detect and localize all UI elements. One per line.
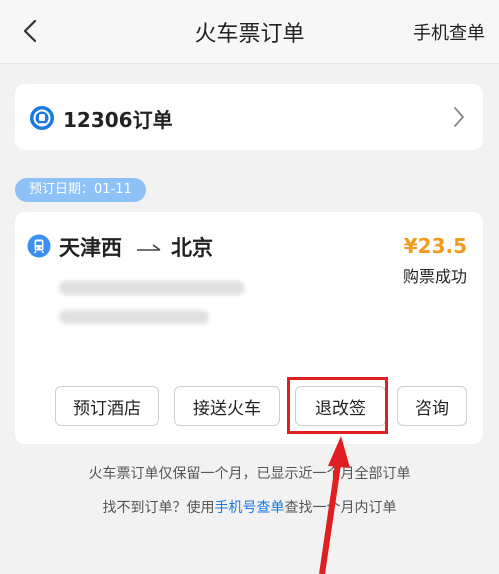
logo-12306-icon	[30, 106, 54, 130]
lookup-hint-suffix: 查找一个月内订单	[284, 500, 397, 516]
entry-12306-label: 12306订单	[63, 108, 173, 132]
chevron-right-icon	[454, 107, 464, 127]
blurred-passenger-details	[59, 310, 209, 324]
phone-lookup-link[interactable]: 手机号查单	[215, 500, 285, 516]
book-hotel-button[interactable]: 预订酒店	[55, 386, 159, 426]
route-arrow-icon	[137, 244, 161, 251]
nav-bar: 火车票订单 手机查单	[0, 0, 499, 64]
arrival-station: 北京	[171, 236, 213, 260]
entry-12306-orders[interactable]: 12306订单	[15, 84, 483, 150]
departure-station: 天津西	[59, 236, 122, 260]
blurred-trip-details	[59, 281, 245, 295]
order-price: ¥23.5	[403, 234, 467, 258]
order-status: 购票成功	[402, 267, 467, 286]
annotation-highlight-box	[287, 377, 388, 434]
train-order-card[interactable]: 天津西 北京 ¥23.5 购票成功 预订酒店 接送火车 退改签 咨询	[15, 212, 483, 444]
phone-lookup-button[interactable]: 手机查单	[413, 19, 485, 45]
consult-button[interactable]: 咨询	[397, 386, 467, 426]
lookup-hint-prefix: 找不到订单？使用	[102, 500, 215, 516]
station-transfer-button[interactable]: 接送火车	[174, 386, 280, 426]
train-icon	[27, 234, 51, 258]
booking-date-badge: 预订日期：01-11	[15, 178, 146, 202]
lookup-hint: 找不到订单？使用手机号查单查找一个月内订单	[0, 497, 499, 517]
retention-note: 火车票订单仅保留一个月，已显示近一个月全部订单	[88, 466, 411, 482]
